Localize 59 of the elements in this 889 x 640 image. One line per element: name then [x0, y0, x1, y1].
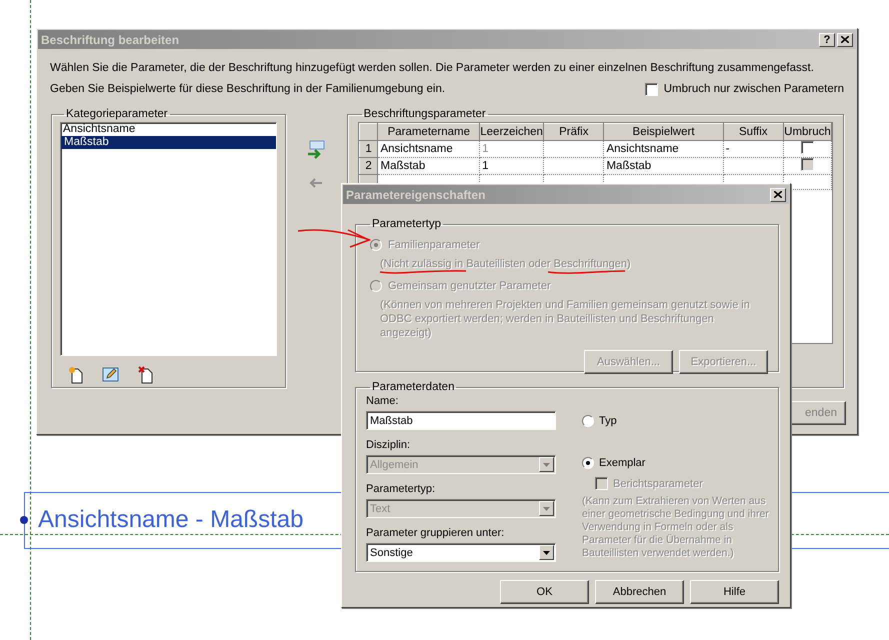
table-cell: - [726, 143, 730, 155]
table-cell: 1 [480, 140, 544, 158]
checkbox-label: Berichtsparameter [613, 478, 703, 490]
add-parameter-icon[interactable] [307, 140, 326, 160]
label-text: Ansichtsname - Maßstab [38, 506, 304, 534]
radio-label: Familienparameter [388, 239, 480, 251]
field-label: Name: [366, 395, 400, 408]
edit-icon[interactable] [102, 366, 120, 382]
close-button[interactable] [837, 32, 853, 46]
help-button[interactable]: ? [819, 32, 835, 46]
close-icon[interactable] [774, 191, 782, 198]
close-icon[interactable] [841, 36, 849, 43]
radio-button[interactable] [582, 457, 594, 469]
checkbox[interactable] [644, 82, 658, 96]
checkbox[interactable] [800, 141, 814, 154]
table-cell: 1 [480, 158, 544, 174]
list-item[interactable]: Maßstab [61, 136, 276, 149]
anchor-dot[interactable] [20, 516, 28, 524]
dialog-button[interactable]: Abbrechen [595, 580, 684, 604]
hint-text: (Kann zum Extrahieren von Werten aus einer geometrische Bedingung und ihrer Verwendung in Formeln oder als Parameter für die Übernahme in Bauteillisten verwendet werden.) [582, 495, 770, 560]
field-label: Parametertyp: [366, 483, 436, 496]
dialog-button[interactable]: Hilfe [690, 580, 779, 604]
table-cell: Ansichtsname [604, 140, 724, 158]
field-label: Disziplin: [366, 439, 412, 452]
dialog-button[interactable]: OK [500, 580, 589, 604]
checkbox-label: Umbruch nur zwischen Parametern [664, 83, 844, 95]
group-title: Parameterdaten [371, 381, 456, 393]
radio-label: Exemplar [599, 457, 646, 469]
window-title: Beschriftung bearbeiten [41, 32, 180, 46]
table-cell: Maßstab [604, 158, 724, 174]
group-title: Parametertyp [371, 218, 442, 230]
group-title: Kategorieparameter [65, 108, 169, 120]
close-button[interactable] [770, 188, 786, 202]
name-field[interactable]: Maßstab [366, 411, 556, 430]
dropdown[interactable]: Sonstige [366, 543, 556, 562]
field-label: Parameter gruppieren unter: [366, 527, 506, 540]
column-header[interactable]: Umbruch [783, 124, 832, 140]
hint-text: (Können von mehreren Projekten und Familien gemeinsam genutzt sowie in ODBC exportiert werden; werden in Bauteillisten und Beschriftungen angezeigt) [380, 298, 751, 340]
delete-document-icon[interactable] [138, 366, 154, 384]
table-cell: Maßstab [378, 158, 480, 174]
column-header[interactable]: Parametername [378, 124, 480, 140]
radio-label: Typ [599, 415, 617, 427]
group-title: Beschriftungsparameter [362, 108, 487, 120]
window-title: Parametereigenschaften [346, 188, 486, 202]
row-header[interactable]: 1 [359, 140, 378, 158]
row-header[interactable]: 2 [359, 158, 378, 174]
instruction-text: Geben Sie Beispielwerte für diese Beschriftung in der Familienumgebung ein. [50, 82, 446, 96]
instruction-text: Wählen Sie die Parameter, die der Beschriftung hinzugefügt werden sollen. Die Parameter werden zu einer einzelnen Beschriftung zusammengefasst. [50, 61, 815, 75]
radio-button[interactable] [582, 415, 594, 427]
table-cell: Ansichtsname [378, 140, 480, 158]
column-header[interactable]: Leerzeichen [480, 124, 544, 140]
column-header[interactable]: Suffix [723, 124, 784, 140]
radio-label: Gemeinsam genutzter Parameter [388, 280, 551, 292]
hint-text: (Nicht zulässig in Bauteillisten oder Beschriftungen) [380, 257, 631, 271]
list-box[interactable]: Ansichtsname Maßstab [60, 122, 277, 356]
list-item[interactable]: Ansichtsname [61, 123, 276, 136]
column-header[interactable]: Präfix [544, 124, 604, 140]
new-document-icon[interactable] [68, 366, 84, 384]
column-header[interactable]: Beispielwert [604, 124, 724, 140]
